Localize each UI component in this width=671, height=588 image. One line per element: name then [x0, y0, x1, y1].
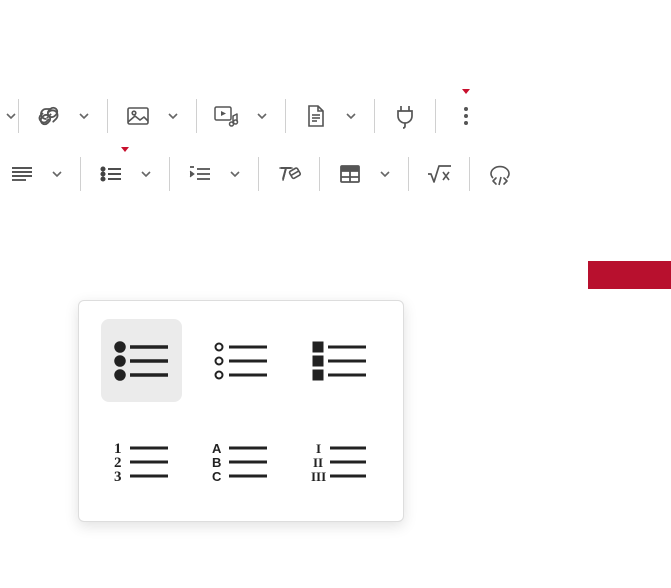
plugin-button[interactable] — [385, 96, 425, 136]
more-button[interactable] — [446, 96, 486, 136]
table-dropdown[interactable] — [372, 154, 398, 194]
svg-text:3: 3 — [114, 469, 122, 485]
toolbar-row-2 — [0, 146, 671, 202]
link-button[interactable] — [29, 96, 69, 136]
list-option-bullet-circle[interactable] — [200, 319, 281, 402]
group-more — [436, 96, 496, 136]
group-table — [320, 154, 408, 194]
list-button[interactable] — [91, 154, 131, 194]
media-button[interactable] — [207, 96, 247, 136]
group-document — [286, 96, 374, 136]
list-option-numbered-roman[interactable]: I II III — [300, 420, 381, 503]
clear-format-button[interactable] — [269, 154, 309, 194]
group-equation — [409, 154, 469, 194]
table-button[interactable] — [330, 154, 370, 194]
group-image — [108, 96, 196, 136]
indicator-marker — [462, 89, 470, 94]
image-button[interactable] — [118, 96, 158, 136]
code-block-button[interactable] — [480, 154, 520, 194]
media-dropdown[interactable] — [249, 96, 275, 136]
list-option-numbered-abc[interactable]: A B C — [200, 420, 281, 503]
align-dropdown[interactable] — [44, 154, 70, 194]
toolbar-row-1 — [0, 88, 671, 144]
list-dropdown[interactable] — [133, 154, 159, 194]
document-dropdown[interactable] — [338, 96, 364, 136]
image-dropdown[interactable] — [160, 96, 186, 136]
dropdown-chevron-partial[interactable] — [0, 96, 18, 136]
indicator-marker — [121, 147, 129, 152]
list-style-dropdown-panel: 1 2 3 A B C I II III — [78, 300, 404, 522]
svg-text:II: II — [313, 455, 323, 470]
group-indent — [170, 154, 258, 194]
group-align — [0, 154, 80, 194]
list-option-bullet-square[interactable] — [300, 319, 381, 402]
indent-dropdown[interactable] — [222, 154, 248, 194]
equation-button[interactable] — [419, 154, 459, 194]
svg-text:C: C — [212, 469, 222, 484]
group-plugin — [375, 96, 435, 136]
align-button[interactable] — [2, 154, 42, 194]
indent-button[interactable] — [180, 154, 220, 194]
accent-bar — [588, 261, 671, 289]
group-code-block — [470, 154, 530, 194]
document-button[interactable] — [296, 96, 336, 136]
link-dropdown[interactable] — [71, 96, 97, 136]
group-list — [81, 154, 169, 194]
list-option-bullet-disc[interactable] — [101, 319, 182, 402]
list-option-numbered-123[interactable]: 1 2 3 — [101, 420, 182, 503]
group-media — [197, 96, 285, 136]
group-clear-format — [259, 154, 319, 194]
svg-text:A: A — [212, 441, 222, 456]
svg-text:B: B — [212, 455, 221, 470]
svg-text:I: I — [316, 441, 321, 456]
group-link — [19, 96, 107, 136]
svg-text:III: III — [311, 469, 326, 484]
